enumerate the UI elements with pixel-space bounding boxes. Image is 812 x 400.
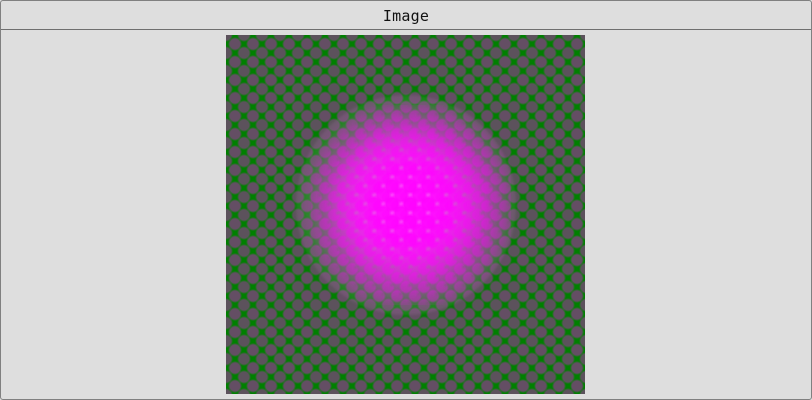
- window-title: Image: [382, 7, 430, 25]
- image-magenta-checker: [311, 105, 511, 305]
- displayed-image: [226, 35, 585, 394]
- image-window: Image: [0, 0, 812, 400]
- window-titlebar: Image: [1, 1, 811, 30]
- image-viewer-content: [1, 31, 811, 399]
